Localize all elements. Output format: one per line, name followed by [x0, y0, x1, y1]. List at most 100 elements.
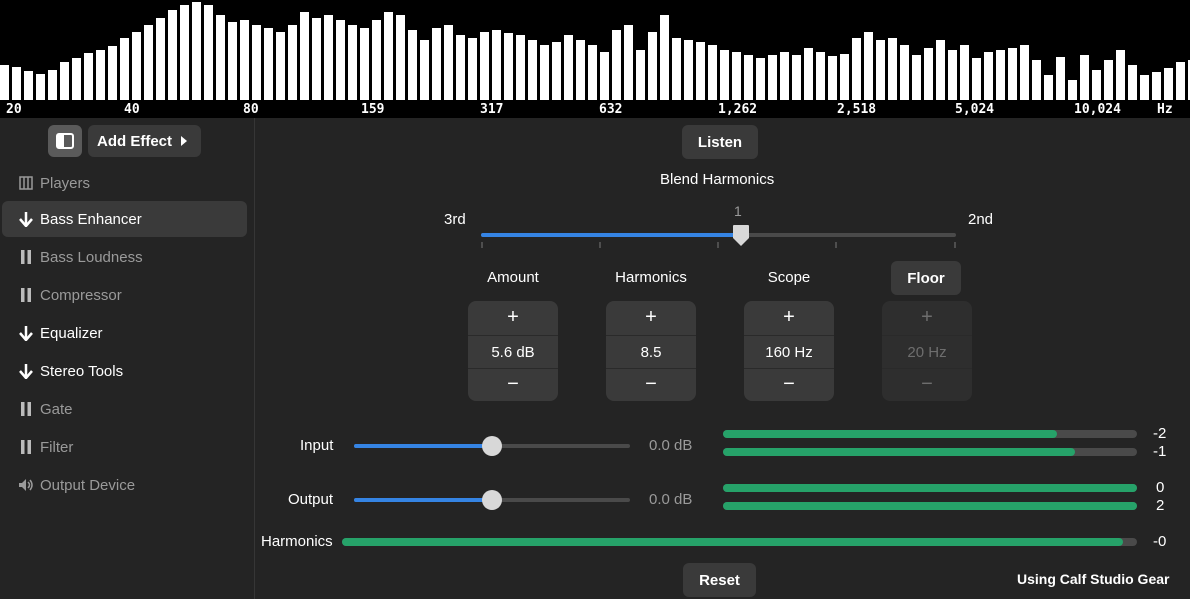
blend-slider-handle[interactable]: [730, 224, 752, 248]
freq-label: 632: [599, 102, 623, 117]
scope-increase-button[interactable]: +: [744, 301, 834, 334]
freq-label: 10,024: [1074, 102, 1121, 117]
spectrum-bar: [300, 12, 309, 100]
spectrum-bar: [204, 5, 213, 100]
spectrum-bar: [168, 10, 177, 100]
spectrum-bar: [672, 38, 681, 100]
spectrum-bar: [924, 48, 933, 100]
freq-label: 80: [243, 102, 259, 117]
spectrum-bar: [1020, 45, 1029, 100]
spectrum-bars: [0, 2, 1190, 100]
sidebar-item-bass-loudness[interactable]: Bass Loudness: [2, 239, 247, 275]
harmonics-spinbutton: + 8.5 −: [606, 301, 696, 401]
sidebar-item-gate[interactable]: Gate: [2, 391, 247, 427]
spectrum-bar: [432, 28, 441, 100]
scope-decrease-button[interactable]: −: [744, 368, 834, 401]
blend-slider-fill: [481, 233, 741, 237]
spectrum-bar: [312, 18, 321, 100]
input-level-meter-left: [723, 430, 1137, 438]
spectrum-bar: [996, 50, 1005, 100]
add-effect-button[interactable]: Add Effect: [88, 125, 201, 157]
sidebar-item-label: Players: [40, 174, 91, 192]
sidebar-item-stereo-tools[interactable]: Stereo Tools: [2, 353, 247, 389]
spectrum-bar: [684, 40, 693, 100]
spectrum-bar: [708, 45, 717, 100]
spectrum-bar: [1164, 68, 1173, 100]
scope-label: Scope: [767, 269, 811, 286]
spectrum-bar: [696, 42, 705, 100]
spectrum-bar: [108, 46, 117, 100]
players-icon: [18, 176, 34, 190]
output-level-left-value: 0: [1156, 479, 1165, 496]
input-slider-knob[interactable]: [482, 436, 502, 456]
harmonics-label: Harmonics: [615, 269, 687, 286]
amount-value[interactable]: 5.6 dB: [468, 335, 558, 369]
harmonics-value[interactable]: 8.5: [606, 335, 696, 369]
add-effect-label: Add Effect: [97, 132, 172, 150]
spectrum-bar: [816, 52, 825, 100]
spectrum-bar: [144, 25, 153, 100]
spectrum-bar: [1116, 50, 1125, 100]
spectrum-bar: [492, 30, 501, 100]
spectrum-bar: [972, 58, 981, 100]
arrow-down-icon: [18, 211, 34, 227]
blend-harmonics-title: Blend Harmonics: [660, 171, 775, 188]
output-slider-knob[interactable]: [482, 490, 502, 510]
amount-increase-button[interactable]: +: [468, 301, 558, 334]
spectrum-bar: [264, 28, 273, 100]
scope-spinbutton: + 160 Hz −: [744, 301, 834, 401]
sidebar-toggle-button[interactable]: [48, 125, 82, 157]
spectrum-bar: [888, 38, 897, 100]
spectrum-bar: [180, 5, 189, 100]
reset-button[interactable]: Reset: [683, 563, 756, 597]
spectrum-bar: [960, 45, 969, 100]
spectrum-bar: [1128, 65, 1137, 100]
harmonics-level-meter: [342, 538, 1137, 546]
spectrum-bar: [84, 53, 93, 100]
spectrum-bar: [132, 32, 141, 100]
spectrum-bar: [408, 30, 417, 100]
harmonics-decrease-button[interactable]: −: [606, 368, 696, 401]
spectrum-bar: [900, 45, 909, 100]
amount-decrease-button[interactable]: −: [468, 368, 558, 401]
spectrum-bar: [60, 62, 69, 100]
floor-spinbutton: + 20 Hz −: [882, 301, 972, 401]
sidebar-item-label: Compressor: [40, 286, 122, 304]
sidebar-item-filter[interactable]: Filter: [2, 429, 247, 465]
spectrum-bar: [624, 25, 633, 100]
spectrum-bar: [120, 38, 129, 100]
spectrum-bar: [564, 35, 573, 100]
spectrum-bar: [48, 70, 57, 100]
spectrum-bar: [504, 33, 513, 100]
spectrum-bar: [768, 55, 777, 100]
blend-left-label: 3rd: [444, 211, 466, 228]
chevron-right-icon: [181, 136, 187, 146]
output-value: 0.0 dB: [649, 491, 693, 508]
spectrum-bar: [372, 20, 381, 100]
sidebar-item-compressor[interactable]: Compressor: [2, 277, 247, 313]
floor-decrease-button: −: [921, 373, 933, 395]
sidebar-item-equalizer[interactable]: Equalizer: [2, 315, 247, 351]
output-level-right-value: 2: [1156, 497, 1165, 514]
floor-toggle-button[interactable]: Floor: [891, 261, 961, 295]
sidebar-item-output-device[interactable]: Output Device: [2, 467, 247, 503]
spectrum-bar: [96, 50, 105, 100]
freq-label: 40: [124, 102, 140, 117]
listen-button[interactable]: Listen: [682, 125, 758, 159]
spectrum-bar: [24, 71, 33, 100]
sidebar-item-players[interactable]: Players: [2, 165, 247, 201]
sidebar-item-label: Filter: [40, 438, 74, 456]
input-label: Input: [300, 437, 334, 454]
spectrum-bar: [552, 42, 561, 100]
sidebar-item-bass-enhancer[interactable]: Bass Enhancer: [2, 201, 247, 237]
spectrum-bar: [1104, 60, 1113, 100]
floor-value: 20 Hz: [882, 335, 972, 369]
arrow-down-icon: [18, 363, 34, 379]
spectrum-bar: [540, 45, 549, 100]
spectrum-bar: [576, 40, 585, 100]
harmonics-increase-button[interactable]: +: [606, 301, 696, 334]
input-level-left-value: -2: [1153, 425, 1167, 442]
spectrum-bar: [348, 25, 357, 100]
spectrum-bar: [1176, 62, 1185, 100]
scope-value[interactable]: 160 Hz: [744, 335, 834, 369]
